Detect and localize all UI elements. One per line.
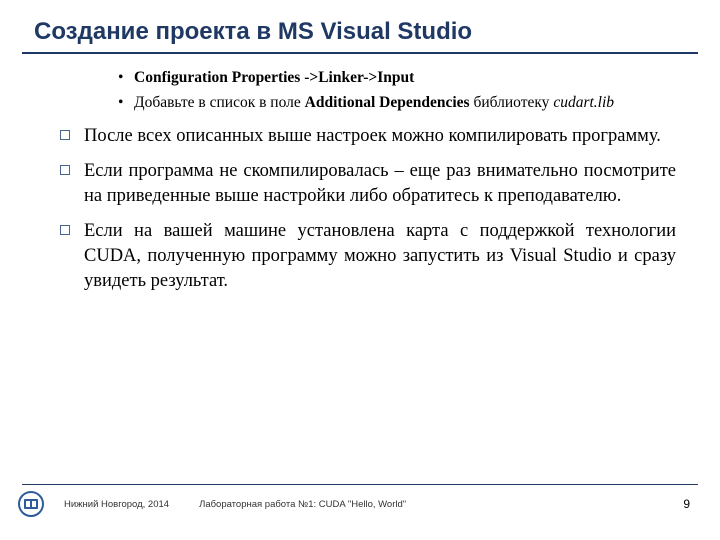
- dep-text-2: библиотеку: [470, 94, 554, 111]
- footer: Нижний Новгород, 2014 Лабораторная работ…: [0, 484, 720, 524]
- page-title: Создание проекта в MS Visual Studio: [0, 0, 720, 52]
- bullet-cuda-run: Если на вашей машине установлена карта с…: [84, 219, 676, 294]
- config-step-linker: Configuration Properties ->Linker->Input: [134, 68, 676, 89]
- slide-content: Configuration Properties ->Linker->Input…: [0, 68, 720, 294]
- dep-text-1: Добавьте в список в поле: [134, 94, 305, 111]
- page-number: 9: [683, 497, 690, 511]
- footer-lab-title: Лабораторная работа №1: CUDA "Hello, Wor…: [199, 499, 683, 510]
- title-underline: [22, 52, 698, 54]
- bullet-compile: После всех описанных выше настроек можно…: [84, 124, 676, 149]
- main-bullets: После всех описанных выше настроек можно…: [44, 124, 676, 294]
- config-path: Configuration Properties ->Linker->Input: [134, 69, 414, 86]
- bullet-compile-fail: Если программа не скомпилировалась – еще…: [84, 159, 676, 209]
- footer-location: Нижний Новгород, 2014: [64, 499, 169, 510]
- config-sub-list: Configuration Properties ->Linker->Input…: [44, 68, 676, 114]
- dep-field-name: Additional Dependencies: [305, 94, 470, 111]
- dep-lib-name: cudart.lib: [553, 94, 614, 111]
- config-step-dependency: Добавьте в список в поле Additional Depe…: [134, 93, 676, 114]
- university-logo-icon: [14, 489, 48, 519]
